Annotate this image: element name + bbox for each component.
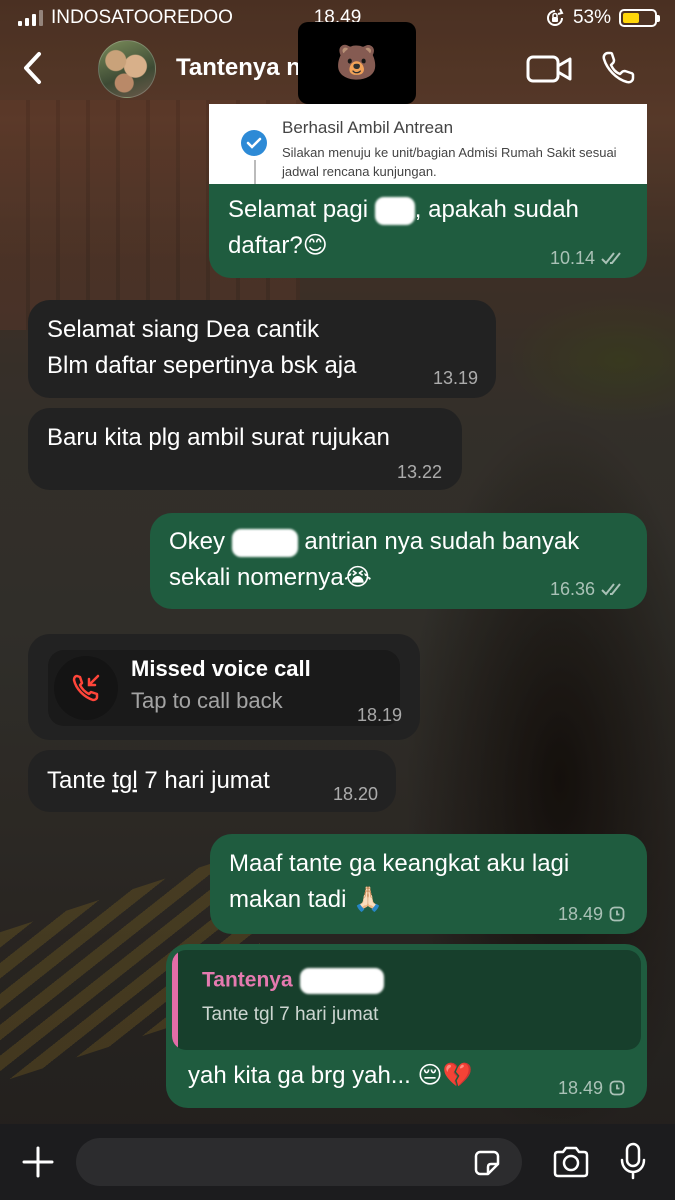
message-time: 16.36	[549, 579, 595, 599]
reply-quote-author-text: Tantenya	[202, 968, 293, 992]
message-meta: 13.22	[397, 462, 442, 482]
missed-call-icon	[72, 674, 100, 702]
message-time: 10.14	[549, 248, 595, 268]
sticker-icon[interactable]	[472, 1148, 502, 1178]
signal-icon	[18, 10, 43, 26]
status-left: INDOSATOOREDOO	[18, 7, 233, 29]
orientation-lock-icon	[546, 8, 564, 26]
message-text: Baru kita plg ambil surat rujukan	[47, 424, 390, 451]
redacted-name	[231, 528, 298, 557]
message-bubble-incoming[interactable]: Selamat siang Dea cantik Blm daftar sepe…	[28, 300, 496, 398]
message-meta: 18.49	[558, 904, 625, 924]
date-link[interactable]: tgl	[112, 767, 137, 794]
contact-avatar[interactable]	[98, 40, 156, 98]
battery-fill	[623, 13, 639, 23]
battery-percent: 53%	[572, 7, 611, 28]
contact-name[interactable]: Tantenya n	[176, 54, 301, 82]
battery-icon	[619, 9, 660, 27]
message-bubble-incoming[interactable]: Tante tgl 7 hari jumat 18.20	[28, 750, 396, 812]
reply-quote[interactable]: Tantenya Tante tgl 7 hari jumat	[172, 950, 641, 1050]
plus-icon[interactable]	[22, 1146, 54, 1178]
reply-quote-text: Tante tgl 7 hari jumat	[202, 1004, 379, 1025]
message-bubble-outgoing[interactable]: Selamat pagi , apakah sudah daftar?😊 10.…	[209, 184, 647, 278]
message-meta: 18.49	[558, 1078, 625, 1098]
message-text: Tante tgl 7 hari jumat	[47, 763, 378, 799]
missed-call-bubble[interactable]: Missed voice call Tap to call back 18.19	[28, 634, 420, 740]
card-title: Berhasil Ambil Antrean	[282, 118, 454, 137]
message-time: 18.49	[557, 1078, 603, 1098]
double-tick-icon	[601, 583, 621, 596]
message-text: Selamat siang Dea cantik Blm daftar sepe…	[47, 316, 357, 379]
queue-confirmation-card[interactable]: Berhasil Ambil Antrean Silakan menuju ke…	[209, 104, 647, 184]
card-description: Silakan menuju ke unit/bagian Admisi Rum…	[282, 145, 617, 179]
redacted-name	[374, 196, 415, 225]
message-text-part: 7 hari jumat	[137, 767, 270, 794]
message-text-part: Tante	[47, 767, 113, 794]
message-bubble-outgoing[interactable]: Okey antrian nya sudah banyak sekali nom…	[150, 513, 647, 609]
video-call-icon[interactable]	[526, 54, 572, 84]
back-chevron-icon[interactable]	[20, 50, 44, 86]
message-meta: 18.20	[333, 784, 378, 804]
check-circle-icon	[241, 130, 267, 156]
message-text-part: Selamat pagi	[228, 196, 375, 223]
message-time: 18.49	[557, 904, 603, 924]
message-meta: 10.14	[550, 248, 625, 268]
clock-icon	[609, 906, 625, 922]
message-time: 13.19	[432, 368, 478, 388]
phone-icon[interactable]	[600, 50, 636, 86]
message-bubble-incoming[interactable]: Baru kita plg ambil surat rujukan 13.22	[28, 408, 462, 490]
double-tick-icon	[601, 252, 621, 265]
reply-quote-accent	[172, 950, 178, 1050]
clock-icon	[609, 1080, 625, 1096]
reply-quote-author: Tantenya	[202, 968, 385, 994]
message-bubble-outgoing[interactable]: Maaf tante ga keangkat aku lagi makan ta…	[210, 834, 647, 934]
status-right: 53%	[545, 7, 660, 29]
message-text-part: Okey	[169, 528, 232, 555]
card-connector-line	[254, 160, 256, 184]
message-meta: 13.19	[433, 368, 478, 388]
message-meta: 16.36	[550, 579, 625, 599]
redacted-name	[300, 968, 385, 994]
message-input[interactable]	[76, 1138, 522, 1186]
missed-call-time: 18.19	[356, 705, 402, 725]
missed-call-card[interactable]: Missed voice call Tap to call back	[48, 650, 400, 726]
name-cover-sticker: 🐻	[298, 22, 416, 104]
missed-call-title: Missed voice call	[131, 656, 311, 681]
composer-bar	[0, 1124, 675, 1200]
missed-call-icon-circle	[54, 656, 118, 720]
camera-icon[interactable]	[552, 1146, 590, 1178]
missed-call-subtitle[interactable]: Tap to call back	[131, 688, 283, 714]
microphone-icon[interactable]	[620, 1142, 646, 1180]
message-time: 13.22	[396, 462, 442, 482]
chat-header: Tantenya n 🐻	[0, 22, 675, 104]
message-time: 18.20	[332, 784, 378, 804]
carrier-name: INDOSATOOREDOO	[51, 7, 233, 28]
